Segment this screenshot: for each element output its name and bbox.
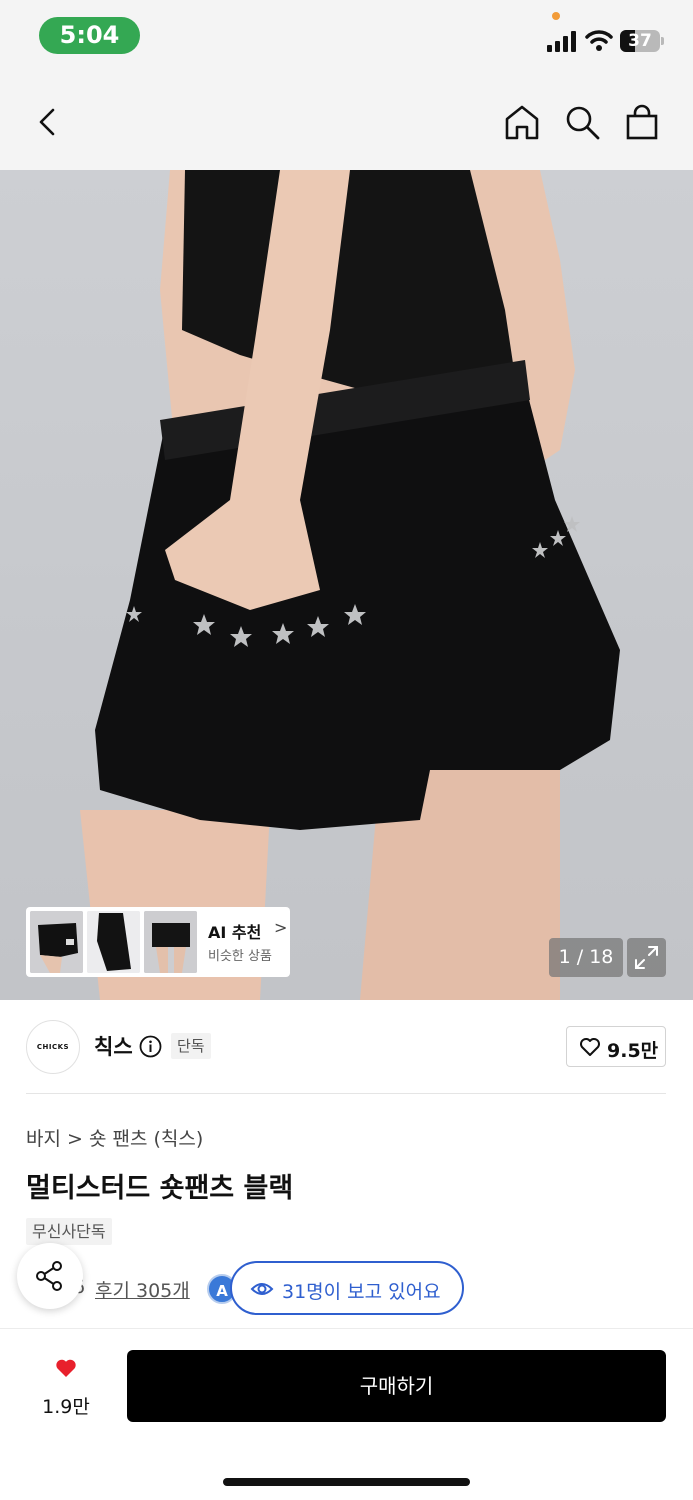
shopping-bag-icon[interactable] (622, 102, 662, 142)
home-indicator (223, 1478, 470, 1486)
battery-percent: 37 (628, 31, 652, 51)
brand-like-count: 9.5만 (607, 1040, 659, 1062)
brand-name[interactable]: 칙스 (94, 1031, 133, 1061)
chevron-right-icon: > (274, 918, 288, 937)
similar-product-thumbnail[interactable] (144, 911, 197, 973)
share-icon (36, 1261, 62, 1291)
product-image[interactable] (0, 170, 693, 1000)
back-icon[interactable] (28, 102, 68, 142)
bottom-bar-divider (0, 1328, 693, 1329)
ai-recommend-card[interactable]: AI 추천 > 비슷한 상품 (26, 907, 290, 977)
ai-recommend-title: AI 추천 (208, 923, 262, 942)
share-button[interactable] (17, 1243, 83, 1309)
status-bar: 5:04 37 (0, 0, 693, 78)
review-count-link[interactable]: 후기 305개 (95, 1276, 190, 1303)
similar-product-thumbnail[interactable] (87, 911, 140, 973)
breadcrumb: 바지 > 숏 팬츠 (칙스) (26, 1124, 203, 1151)
image-page-counter: 1 / 18 (549, 938, 623, 977)
breadcrumb-category[interactable]: 바지 (26, 1128, 61, 1150)
exclusive-badge: 단독 (171, 1033, 211, 1059)
like-count: 1.9만 (42, 1396, 90, 1418)
heart-filled-icon (56, 1359, 76, 1377)
breadcrumb-separator: > (67, 1128, 83, 1150)
ai-recommend-subtitle: 비슷한 상품 (208, 949, 272, 964)
home-icon[interactable] (502, 102, 542, 142)
cellular-signal-icon (547, 31, 576, 52)
similar-product-thumbnail[interactable] (30, 911, 83, 973)
battery-icon: 37 (620, 30, 664, 52)
info-icon[interactable] (139, 1035, 162, 1058)
search-icon[interactable] (562, 102, 602, 142)
brand-like-button[interactable]: 9.5만 (566, 1026, 666, 1067)
product-photo-illustration (80, 170, 620, 1000)
buy-button[interactable]: 구매하기 (127, 1350, 666, 1422)
live-viewers-text: 31명이 보고 있어요 (282, 1281, 441, 1303)
like-button[interactable]: 1.9만 (30, 1354, 102, 1424)
eye-icon (250, 1283, 274, 1295)
musinsa-exclusive-badge: 무신사단독 (26, 1218, 112, 1245)
expand-icon[interactable] (627, 938, 666, 977)
privacy-indicator-dot (552, 12, 560, 20)
breadcrumb-subcategory[interactable]: 숏 팬츠 (칙스) (89, 1128, 203, 1150)
wifi-icon (585, 30, 613, 51)
status-time: 5:04 (39, 17, 140, 54)
top-navigation-bar (0, 78, 693, 170)
brand-logo[interactable]: CHICKS (26, 1020, 80, 1074)
divider (26, 1093, 666, 1094)
product-title: 멀티스터드 숏팬츠 블랙 (26, 1173, 294, 1204)
heart-outline-icon (580, 1038, 600, 1056)
live-viewers-badge: 31명이 보고 있어요 (230, 1261, 464, 1315)
